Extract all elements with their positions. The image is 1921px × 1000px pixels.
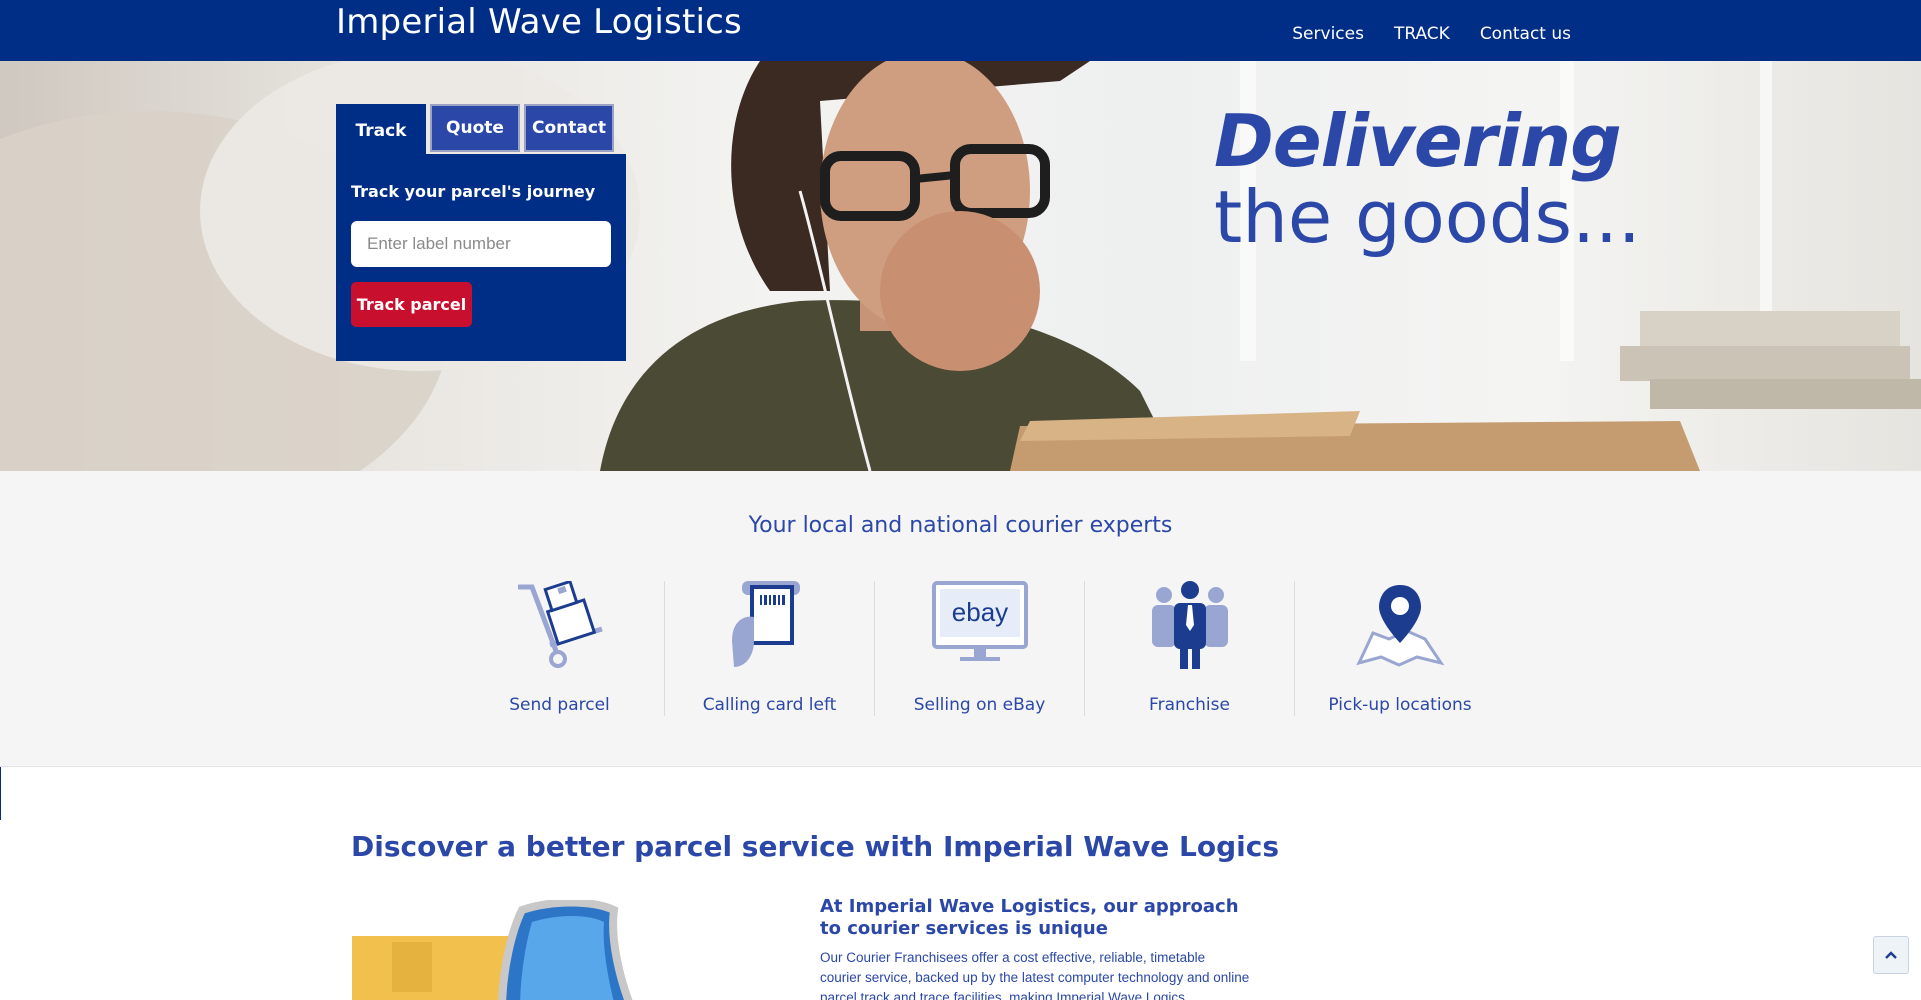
franchise-people-icon	[1140, 581, 1240, 671]
top-navbar: Imperial Wave Logistics Services TRACK C…	[0, 0, 1921, 61]
tab-quote[interactable]: Quote	[430, 104, 520, 152]
feature-label: Pick-up locations	[1328, 695, 1472, 715]
nav-services-link[interactable]: Services	[1292, 24, 1364, 44]
widget-tabs: Track Quote Contact	[336, 104, 626, 154]
feature-calling-card[interactable]: Calling card left	[665, 581, 875, 716]
hero-tagline: Delivering the goods...	[1214, 103, 1641, 255]
section-title: Your local and national courier experts	[748, 513, 1173, 538]
feature-pickup-locations[interactable]: Pick-up locations	[1295, 581, 1505, 716]
track-parcel-button[interactable]: Track parcel	[351, 282, 472, 327]
tab-track[interactable]: Track	[336, 104, 426, 154]
chevron-up-icon	[1885, 951, 1897, 959]
map-pin-icon	[1350, 581, 1450, 671]
main-nav: Services TRACK Contact us	[1292, 24, 1571, 44]
tagline-bold: Delivering	[1214, 99, 1622, 183]
back-to-top-button[interactable]	[1873, 936, 1909, 974]
brand-logo-text[interactable]: Imperial Wave Logistics	[336, 2, 742, 42]
feature-label: Calling card left	[702, 695, 837, 715]
track-panel-title: Track your parcel's journey	[351, 182, 596, 201]
parcel-shield-graphic	[352, 898, 682, 1000]
approach-paragraph: Our Courier Franchisees offer a cost eff…	[820, 950, 1250, 1000]
feature-franchise[interactable]: Franchise	[1085, 581, 1295, 716]
feature-row: Send parcel Calling card left ebay Selli…	[455, 581, 1505, 716]
nav-contact-link[interactable]: Contact us	[1480, 24, 1571, 44]
feature-label: Franchise	[1149, 695, 1230, 715]
services-features-section: Your local and national courier experts …	[0, 471, 1921, 767]
feature-label: Send parcel	[509, 695, 610, 715]
left-edge-rule	[0, 767, 1, 820]
nav-track-link[interactable]: TRACK	[1394, 24, 1450, 44]
approach-heading: At Imperial Wave Logistics, our approach…	[820, 896, 1239, 939]
calling-card-icon	[720, 581, 820, 671]
track-widget: Track Quote Contact Track your parcel's …	[336, 104, 626, 361]
discover-heading: Discover a better parcel service with Im…	[351, 830, 1280, 863]
label-number-input[interactable]	[351, 221, 611, 267]
feature-ebay[interactable]: ebay Selling on eBay	[875, 581, 1085, 716]
ebay-monitor-icon: ebay	[930, 581, 1030, 671]
track-panel: Track your parcel's journey Track parcel	[336, 154, 626, 361]
hero-banner: Delivering the goods... Track Quote Cont…	[0, 61, 1921, 471]
hand-truck-parcel-icon	[510, 581, 610, 671]
tagline-rest: the goods...	[1214, 175, 1641, 259]
svg-text:ebay: ebay	[951, 597, 1007, 627]
tab-contact[interactable]: Contact	[524, 104, 614, 152]
feature-label: Selling on eBay	[913, 695, 1046, 715]
feature-send-parcel[interactable]: Send parcel	[455, 581, 665, 716]
